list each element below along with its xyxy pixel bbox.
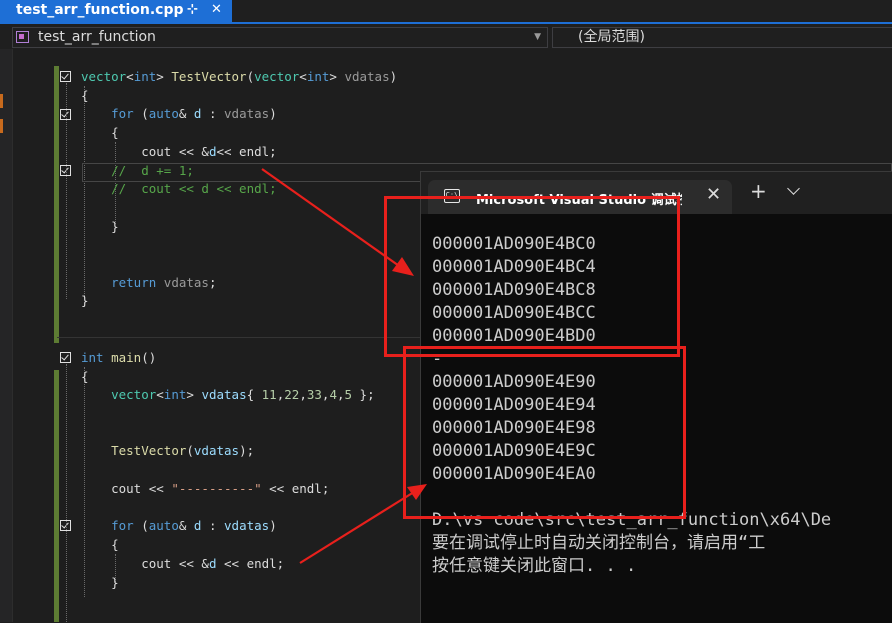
code-line: int main() — [81, 350, 157, 365]
code-line: cout << &d<< endl; — [81, 144, 277, 159]
change-bar — [54, 66, 59, 343]
tab-title: test_arr_function.cpp — [16, 2, 184, 18]
chevron-down-icon[interactable] — [787, 182, 800, 195]
project-icon — [16, 31, 29, 43]
annotation-box-second-addresses — [403, 346, 686, 519]
code-line: { — [81, 88, 89, 103]
marker-tick — [0, 119, 3, 133]
annotation-box-first-addresses — [384, 196, 680, 357]
change-bar — [54, 370, 59, 622]
code-line: // cout << d << endl; — [81, 181, 277, 196]
indicator-margin — [0, 49, 12, 622]
gutter-divider — [12, 49, 13, 622]
outline-guide — [66, 83, 67, 299]
code-line: cout << "----------" << endl; — [81, 481, 330, 496]
navigation-bar: test_arr_function ▼ (全局范围) — [0, 24, 892, 49]
code-line: for (auto& d : vdatas) — [111, 518, 277, 533]
code-line: } — [81, 219, 119, 234]
chevron-down-icon: ▼ — [534, 32, 541, 42]
code-line: { — [81, 537, 119, 552]
tab-test-arr-function[interactable]: test_arr_function.cpp ⊹ ✕ — [0, 0, 232, 22]
code-line: { — [81, 369, 89, 384]
code-line: // d += 1; — [81, 163, 194, 178]
fold-toggle-icon[interactable] — [60, 352, 71, 363]
console-footer: D:\vs code\src\test_arr_function\x64\De 要… — [432, 509, 831, 578]
fold-toggle-icon[interactable] — [60, 71, 71, 82]
code-line: for (auto& d : vdatas) — [111, 106, 277, 121]
marker-tick — [0, 94, 3, 108]
new-tab-plus-icon[interactable]: + — [750, 181, 767, 201]
pin-icon[interactable]: ⊹ — [187, 0, 198, 20]
code-line: } — [81, 293, 89, 308]
code-line: vector<int> vdatas{ 11,22,33,4,5 }; — [111, 387, 375, 402]
close-icon[interactable]: ✕ — [211, 0, 222, 20]
code-line: vector<int> TestVector(vector<int> vdata… — [81, 69, 398, 84]
code-line: } — [81, 575, 119, 590]
auto-close-hint: 要在调试停止时自动关闭控制台，请启用“工 — [432, 533, 766, 553]
document-tab-strip: test_arr_function.cpp ⊹ ✕ — [0, 0, 892, 22]
member-scope-dropdown[interactable]: (全局范围) — [552, 27, 892, 48]
project-scope-value: test_arr_function — [38, 29, 156, 45]
code-line: cout << &d << endl; — [81, 556, 285, 571]
outline-guide — [66, 364, 67, 622]
code-line: { — [81, 125, 119, 140]
press-any-key-line: 按任意键关闭此窗口. . . — [432, 556, 637, 576]
code-line: return vdatas; — [111, 275, 217, 290]
project-scope-dropdown[interactable]: test_arr_function ▼ — [12, 27, 548, 48]
member-scope-value: (全局范围) — [578, 29, 645, 45]
close-icon[interactable]: ✕ — [706, 184, 721, 205]
code-line: TestVector(vdatas); — [111, 443, 255, 458]
